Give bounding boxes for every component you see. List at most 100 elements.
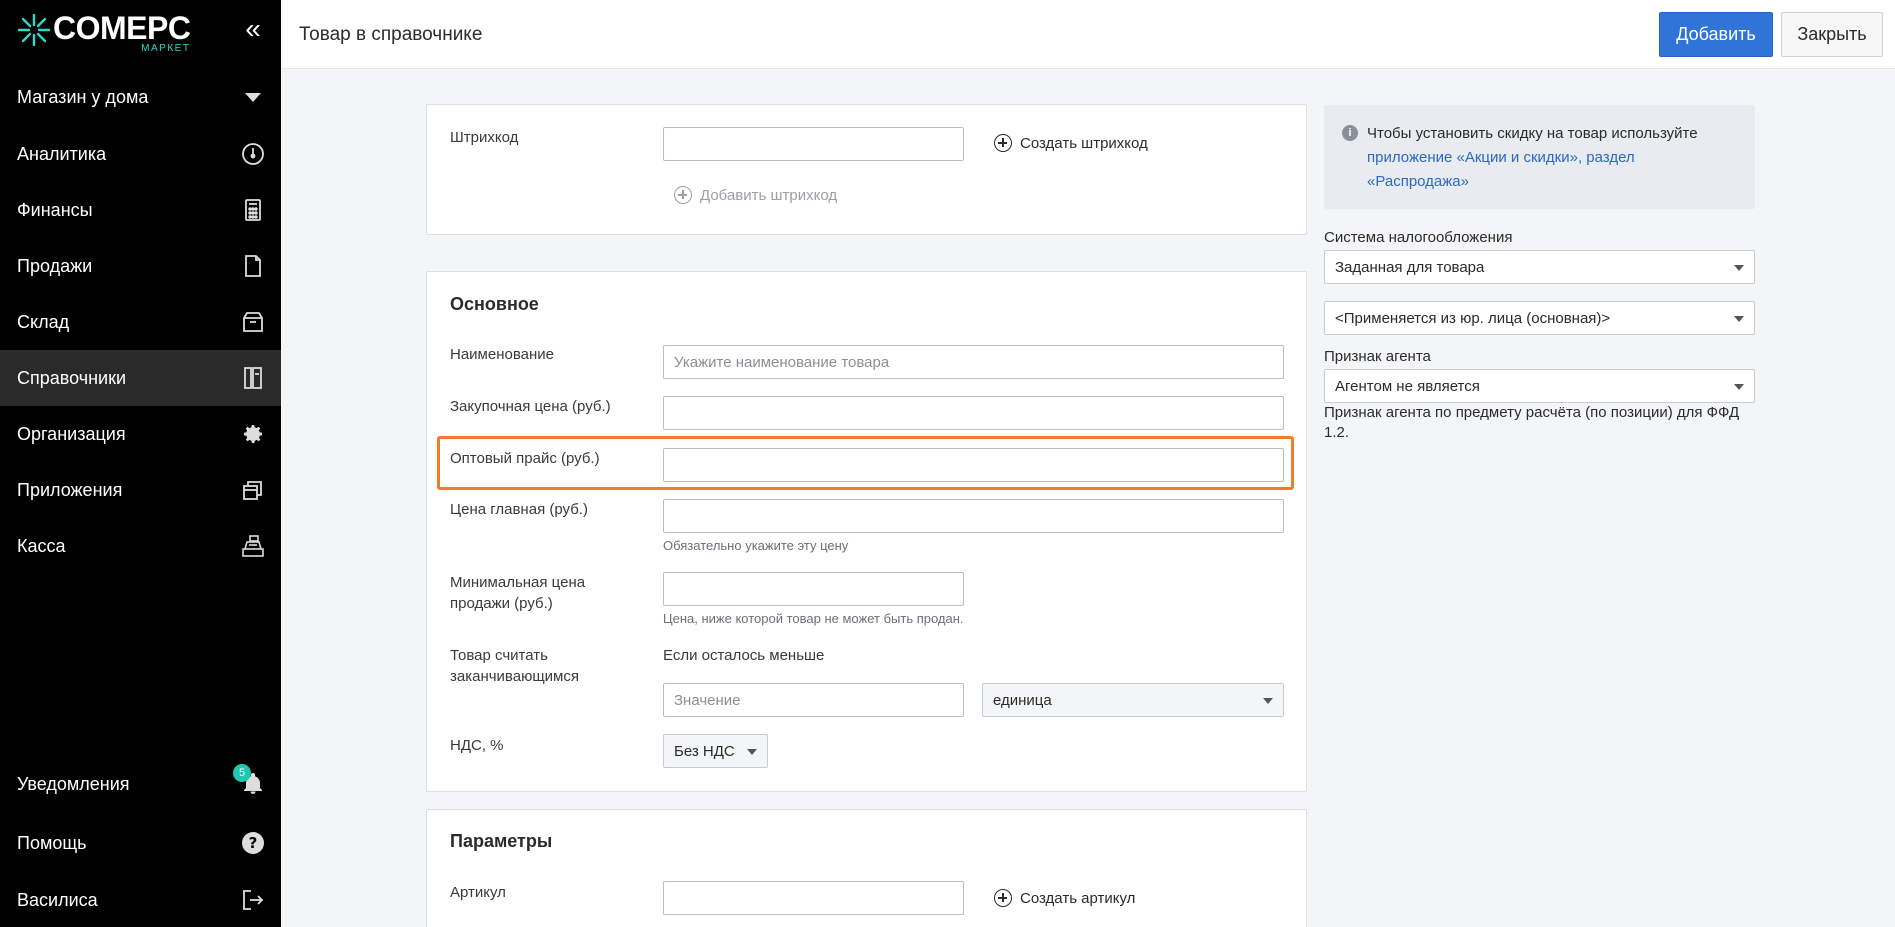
gear-icon [241, 422, 265, 446]
barcode-card [426, 104, 1307, 235]
tax-system-select[interactable]: Заданная для товара [1324, 250, 1755, 284]
sidebar-item-apps[interactable]: Приложения [0, 462, 281, 518]
article-input[interactable] [663, 881, 964, 915]
plus-circle-icon [994, 889, 1012, 907]
running-out-label-line1: Товар считать [450, 647, 548, 664]
tax-system-value: Заданная для товара [1335, 258, 1485, 276]
store-select[interactable]: Магазин у дома [0, 74, 281, 120]
brand-name: COMEPC [53, 10, 191, 46]
create-barcode-button[interactable]: Создать штрихкод [994, 134, 1148, 152]
main-price-input[interactable] [663, 499, 1284, 533]
min-price-input[interactable] [663, 572, 964, 606]
sidebar-item-label: Касса [17, 535, 66, 556]
sidebar-item-analytics[interactable]: Аналитика [0, 126, 281, 182]
speedometer-icon [241, 142, 265, 166]
highlight-frame [437, 436, 1294, 490]
sidebar-item-organization[interactable]: Организация [0, 406, 281, 462]
min-price-label-line2: продажи (руб.) [450, 595, 553, 612]
sidebar-item-cashbox[interactable]: Касса [0, 518, 281, 574]
legal-entity-value: <Применяется из юр. лица (основная)> [1335, 309, 1611, 327]
unit-select[interactable]: единица [982, 683, 1284, 717]
vat-select[interactable]: Без НДС [663, 734, 768, 768]
plus-circle-icon [674, 186, 692, 204]
calculator-icon [241, 198, 265, 222]
store-name: Магазин у дома [17, 86, 149, 107]
threshold-input[interactable] [663, 683, 964, 717]
sidebar-item-label: Уведомления [17, 773, 130, 794]
sidebar-item-label: Продажи [17, 255, 93, 276]
main-price-label: Цена главная (руб.) [450, 501, 588, 518]
chevron-down-icon [1263, 698, 1273, 704]
sidebar-item-notifications[interactable]: Уведомления 5 [0, 756, 281, 812]
book-icon [241, 366, 265, 390]
discount-info-box: i Чтобы установить скидку на товар испол… [1324, 105, 1755, 209]
logout-icon[interactable] [241, 888, 265, 912]
top-header: Товар в справочнике Добавить Закрыть [281, 0, 1895, 69]
info-text: Чтобы установить скидку на товар использ… [1367, 125, 1698, 142]
svg-text:?: ? [249, 834, 258, 852]
sidebar-item-label: Справочники [17, 367, 127, 388]
box-icon [241, 310, 265, 334]
vat-select-value: Без НДС [674, 742, 735, 760]
windows-icon [241, 478, 265, 502]
chevron-down-icon [1734, 384, 1744, 390]
sidebar-item-label: Помощь [17, 832, 87, 853]
barcode-input[interactable] [663, 127, 964, 161]
section-title-params: Параметры [450, 831, 553, 851]
unit-select-value: единица [993, 691, 1052, 709]
user-name: Василиса [17, 889, 98, 910]
close-button[interactable]: Закрыть [1781, 12, 1883, 57]
create-article-button[interactable]: Создать артикул [994, 889, 1135, 907]
chevron-down-icon [747, 749, 757, 755]
sidebar: COMEPC МАРКЕТ « Магазин у дома Аналитика… [0, 0, 281, 927]
sidebar-item-help[interactable]: Помощь ? [0, 815, 281, 871]
info-icon: i [1342, 125, 1358, 141]
purchase-price-label: Закупочная цена (руб.) [450, 398, 611, 415]
sidebar-item-user[interactable]: Василиса [0, 872, 281, 927]
agent-value: Агентом не является [1335, 377, 1480, 395]
sidebar-item-directories[interactable]: Справочники [0, 350, 281, 406]
cash-register-icon [241, 534, 265, 558]
article-label: Артикул [450, 884, 506, 901]
sidebar-item-label: Организация [17, 423, 126, 444]
chevron-down-icon [1734, 316, 1744, 322]
sidebar-item-label: Склад [17, 311, 70, 332]
purchase-price-input[interactable] [663, 396, 1284, 430]
create-barcode-label: Создать штрихкод [1020, 134, 1148, 152]
product-name-input[interactable] [663, 345, 1284, 379]
barcode-label: Штрихкод [450, 129, 519, 146]
collapse-sidebar-icon[interactable]: « [240, 15, 266, 44]
agent-select[interactable]: Агентом не является [1324, 369, 1755, 403]
vat-label: НДС, % [450, 737, 504, 754]
logo-star-icon [17, 13, 51, 47]
sidebar-item-label: Финансы [17, 199, 93, 220]
section-title-main: Основное [450, 294, 539, 314]
document-icon [241, 254, 265, 278]
add-button[interactable]: Добавить [1659, 12, 1773, 57]
min-price-hint: Цена, ниже которой товар не может быть п… [663, 611, 964, 626]
add-barcode-label: Добавить штрихкод [700, 186, 838, 204]
create-article-label: Создать артикул [1020, 889, 1136, 907]
chevron-down-icon [1734, 265, 1744, 271]
discount-info-text: Чтобы установить скидку на товар использ… [1367, 122, 1737, 194]
agent-label: Признак агента [1324, 348, 1431, 365]
page-title: Товар в справочнике [299, 24, 483, 45]
main-price-hint: Обязательно укажите эту цену [663, 538, 849, 553]
brand-logo[interactable]: COMEPC МАРКЕТ [17, 10, 191, 59]
sidebar-item-sales[interactable]: Продажи [0, 238, 281, 294]
notification-badge: 5 [233, 764, 251, 782]
legal-entity-select[interactable]: <Применяется из юр. лица (основная)> [1324, 301, 1755, 335]
add-barcode-button[interactable]: Добавить штрихкод [674, 186, 837, 204]
name-label: Наименование [450, 346, 554, 363]
sidebar-item-label: Приложения [17, 479, 123, 500]
tax-system-label: Система налогообложения [1324, 229, 1513, 246]
sidebar-item-warehouse[interactable]: Склад [0, 294, 281, 350]
min-price-label-line1: Минимальная цена [450, 574, 586, 591]
help-icon: ? [241, 831, 265, 855]
sidebar-item-finance[interactable]: Финансы [0, 182, 281, 238]
agent-note: Признак агента по предмету расчёта (по п… [1324, 404, 1740, 441]
promo-app-link[interactable]: приложение «Акции и скидки», раздел «Рас… [1367, 149, 1635, 190]
plus-circle-icon [994, 134, 1012, 152]
sidebar-item-label: Аналитика [17, 143, 107, 164]
chevron-down-icon [245, 93, 261, 102]
